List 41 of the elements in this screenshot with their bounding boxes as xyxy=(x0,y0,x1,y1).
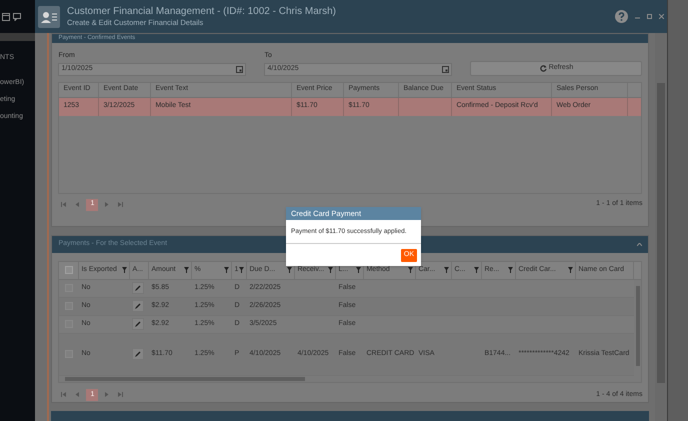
filter-icon[interactable] xyxy=(287,267,292,274)
first-page-icon[interactable] xyxy=(61,202,66,207)
refresh-icon xyxy=(540,64,547,72)
filter-icon[interactable] xyxy=(184,267,190,274)
filter-icon[interactable] xyxy=(122,267,128,274)
filter-icon[interactable] xyxy=(328,267,334,274)
first-page-icon[interactable] xyxy=(61,392,66,398)
chat-icon[interactable] xyxy=(13,12,21,21)
pencil-icon xyxy=(135,351,142,358)
maximize-icon[interactable] xyxy=(647,14,652,19)
last-page-icon[interactable] xyxy=(118,392,124,398)
edit-button[interactable] xyxy=(132,348,144,360)
filter-icon[interactable] xyxy=(568,267,574,274)
pencil-icon xyxy=(135,303,142,310)
previous-page-icon[interactable] xyxy=(75,202,80,207)
filter-icon[interactable] xyxy=(408,267,414,274)
filter-icon[interactable] xyxy=(444,267,450,274)
scrollbar[interactable] xyxy=(655,33,667,421)
calendar-icon[interactable] xyxy=(442,66,450,72)
help-icon[interactable] xyxy=(615,10,628,23)
filter-icon[interactable] xyxy=(356,267,362,274)
filter-icon[interactable] xyxy=(508,267,514,274)
filter-icon[interactable] xyxy=(239,267,244,274)
next-page-icon[interactable] xyxy=(104,392,110,398)
last-page-icon[interactable] xyxy=(118,202,124,207)
edit-button[interactable] xyxy=(132,282,144,294)
edit-button[interactable] xyxy=(132,318,144,330)
pencil-icon xyxy=(135,285,142,292)
next-page-icon[interactable] xyxy=(104,202,110,207)
window-title: Customer Financial Management - (ID#: 1002 - Chris Marsh) xyxy=(67,6,337,18)
filter-icon[interactable] xyxy=(474,267,480,274)
previous-page-icon[interactable] xyxy=(75,392,80,398)
filter-icon[interactable] xyxy=(224,267,230,274)
pencil-icon xyxy=(135,321,142,328)
calendar-icon[interactable] xyxy=(2,12,10,21)
calendar-icon[interactable] xyxy=(236,66,244,72)
close-icon[interactable] xyxy=(659,14,664,19)
edit-button[interactable] xyxy=(132,300,144,312)
contact-card-icon xyxy=(38,6,60,28)
checkbox[interactable] xyxy=(64,266,73,274)
collapse-icon[interactable] xyxy=(637,242,642,246)
